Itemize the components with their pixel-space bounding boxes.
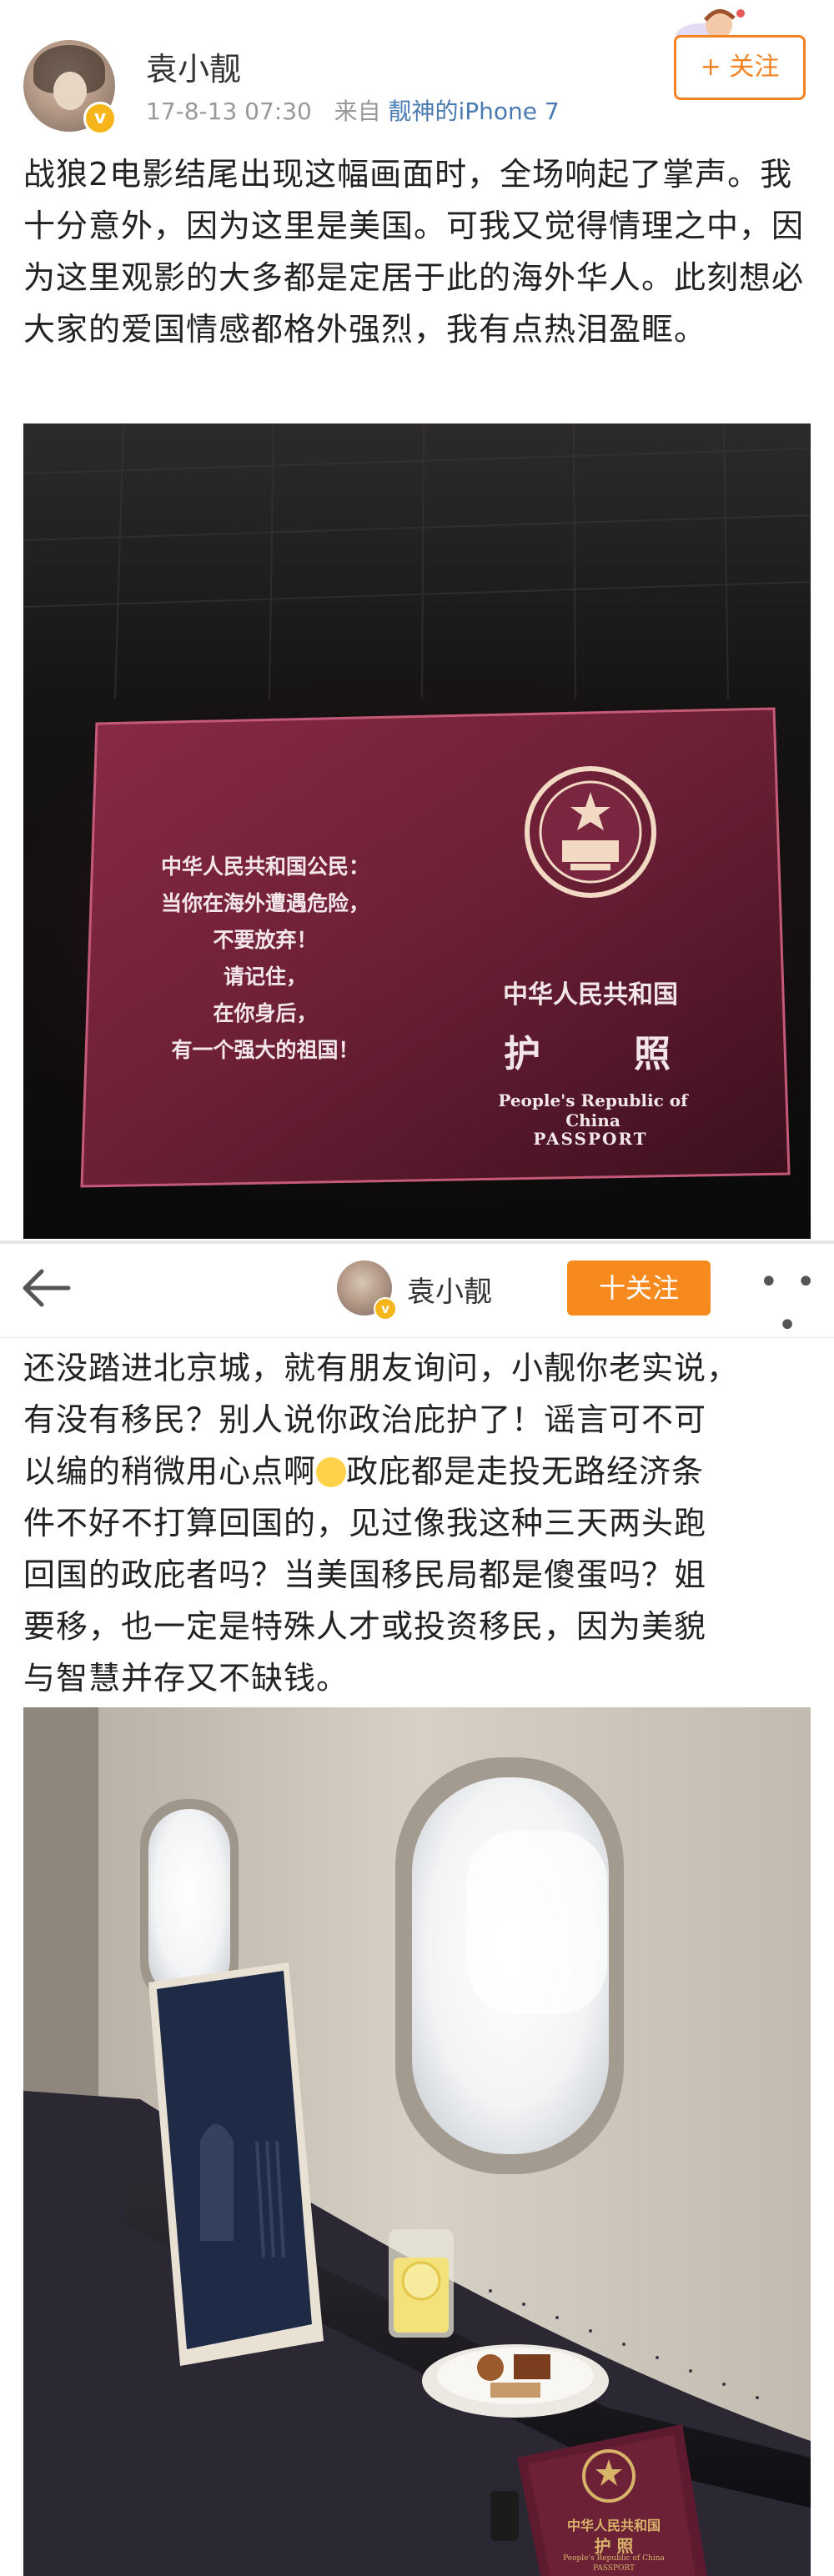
source-device-link[interactable]: 靓神的iPhone 7 — [389, 98, 560, 125]
post-text-segment: 政庇都是走投无路经济条 — [346, 1453, 705, 1490]
post-text: 战狼2电影结尾出现这幅画面时，全场响起了掌声。我十分意外，因为这里是美国。可我又… — [23, 156, 805, 348]
more-icon[interactable]: • • • — [756, 1260, 822, 1345]
post-text-line: 与智慧并存又不缺钱。 — [23, 1660, 349, 1696]
post-meta: 17-8-13 07:30 来自 靓神的iPhone 7 — [146, 93, 560, 127]
airplane-cabin-photo[interactable]: 中华人民共和国 护 照 People's Republic of China P… — [23, 1707, 811, 2576]
post-text-line: 回国的政庇者吗？当美国移民局都是傻蛋吗？姐 — [23, 1556, 707, 1593]
passport-country-en: People's Republic of China — [498, 1090, 688, 1130]
crying-laughing-emoji-icon — [316, 1457, 347, 1487]
passport-line: 在你身后， — [213, 1001, 318, 1025]
passport-line: 不要放弃！ — [213, 928, 318, 952]
passport-title-en: PASSPORT — [533, 1129, 648, 1149]
verified-icon: v — [374, 1297, 397, 1321]
post-text-line: 件不好不打算回国的，见过像我这种三天两头跑 — [23, 1505, 707, 1541]
post-nav-bar: v 袁小靓 十关注 • • • — [0, 1244, 834, 1345]
passport-title-cn: 护 照 — [594, 2536, 634, 2556]
passport-left-text: 中华人民共和国公民： 当你在海外遭遇危险， 不要放弃！ 请记住， 在你身后， 有… — [140, 849, 390, 1069]
post-text: 还没踏进北京城，就有朋友询问，小靓你老实说， 有没有移民？别人说你政治庇护了！谣… — [23, 1342, 811, 1704]
passport-country-en: People's Republic of China — [563, 2554, 665, 2563]
cinema-passport-photo[interactable]: 中华人民共和国公民： 当你在海外遭遇危险， 不要放弃！ 请记住， 在你身后， 有… — [23, 423, 811, 1239]
national-emblem-icon — [525, 766, 656, 898]
passport-line: 有一个强大的祖国！ — [171, 1038, 359, 1062]
post-header: v 袁小靓 17-8-13 07:30 来自 靓神的iPhone 7 + 关注 — [0, 0, 834, 150]
passport-title-cn: 护 照 — [504, 1033, 677, 1075]
passport-country-cn: 中华人民共和国 — [566, 2518, 661, 2533]
post-text-line: 有没有移民？别人说你政治庇护了！谣言可不可 — [23, 1401, 707, 1438]
post-text-segment: 以编的稍微用心点啊 — [23, 1453, 317, 1490]
post-text-line: 以编的稍微用心点啊 政庇都是走投无路经济条 — [23, 1446, 811, 1497]
username[interactable]: 袁小靓 — [146, 43, 241, 89]
verified-icon: v — [83, 102, 117, 135]
passport-line: 当你在海外遭遇危险， — [160, 891, 369, 915]
passport-title-en: PASSPORT — [593, 2564, 635, 2573]
timestamp: 17-8-13 07:30 — [146, 98, 312, 125]
passport-country-cn: 中华人民共和国 — [503, 980, 678, 1010]
photo-canvas — [23, 1707, 811, 2576]
back-arrow-icon[interactable] — [17, 1259, 75, 1317]
follow-button[interactable]: + 关注 — [674, 35, 806, 100]
follow-button[interactable]: 十关注 — [567, 1260, 711, 1316]
username[interactable]: 袁小靓 — [407, 1269, 492, 1310]
passport-line: 请记住， — [223, 965, 307, 989]
avatar-face — [53, 72, 87, 110]
post-text-line: 还没踏进北京城，就有朋友询问，小靓你老实说， — [23, 1350, 740, 1386]
passport-line: 中华人民共和国公民： — [160, 854, 369, 879]
post-text-line: 要移，也一定是特殊人才或投资移民，因为美貌 — [23, 1608, 707, 1645]
source-prefix: 来自 — [334, 98, 381, 125]
